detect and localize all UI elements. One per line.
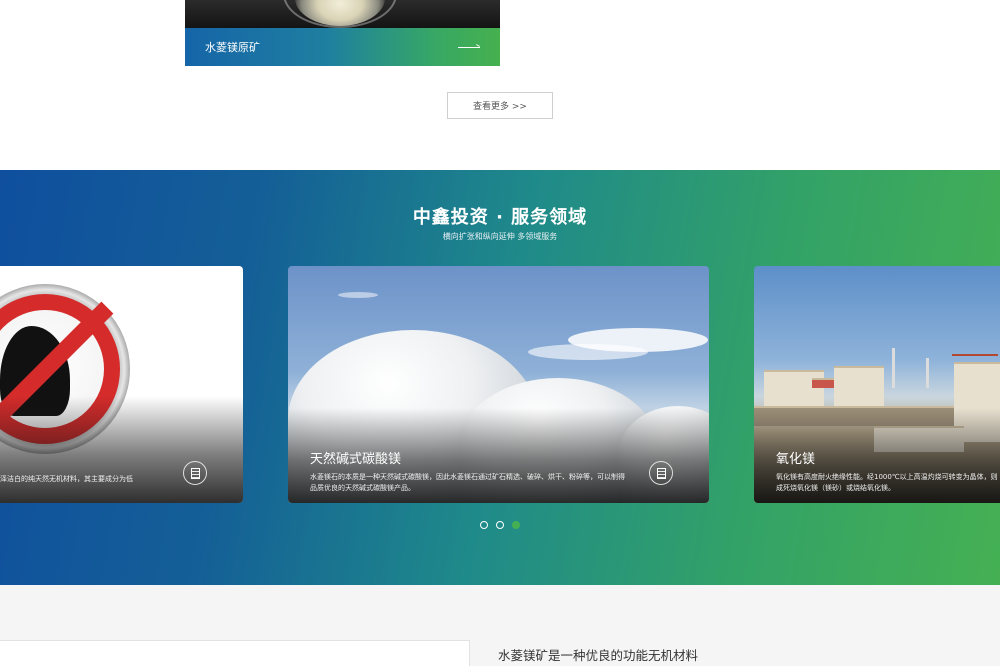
service-card-text: 泽洁白的纯天然无机材料，其主要成分为低 [0, 475, 133, 483]
card-shade [0, 396, 243, 503]
product-caption-bar[interactable]: 水菱镁原矿 [185, 28, 500, 66]
arrow-right-icon[interactable] [458, 46, 480, 48]
chimney [892, 348, 895, 388]
product-name[interactable]: 水菱镁原矿 [205, 39, 260, 55]
flask-glass [283, 0, 397, 28]
services-title: 中鑫投资 · 服务领域 [412, 207, 588, 228]
document-icon[interactable] [183, 461, 207, 485]
service-card-magnesium-oxide[interactable]: 氧化镁 氧化镁有高度耐火绝缘性能。经1000℃以上高温灼烧可转变为晶体，则成死烧… [754, 266, 1000, 503]
carousel-dot[interactable] [496, 521, 504, 529]
view-more-button[interactable]: 查看更多 >> [447, 92, 553, 119]
about-image-panel [0, 640, 470, 666]
service-card-fire-retardant[interactable]: 泽洁白的纯天然无机材料，其主要成分为低 [0, 266, 243, 503]
service-card-title: 天然碱式碳酸镁 [310, 452, 402, 467]
product-photo [185, 0, 500, 28]
carousel-pagination [480, 521, 520, 529]
service-card-title: 氧化镁 [776, 452, 816, 467]
services-section: 中鑫投资 · 服务领域 横向扩张和纵向延伸 多领域服务 泽洁白的纯天然无机材料，… [0, 170, 1000, 585]
services-subtitle: 横向扩张和纵向延伸 多领域服务 [442, 232, 558, 241]
carousel-dot-active[interactable] [512, 521, 520, 529]
factory-building [764, 370, 824, 410]
chimney [926, 358, 929, 388]
document-icon[interactable] [649, 461, 673, 485]
crane [952, 354, 998, 356]
service-card-basic-magnesium-carbonate[interactable]: 天然碱式碳酸镁 水菱镁石的本质是一种天然碱式碳酸镁，因此水菱镁石通过矿石精选、破… [288, 266, 709, 503]
service-card-text: 水菱镁石的本质是一种天然碱式碳酸镁，因此水菱镁石通过矿石精选、破碎、烘干、粉碎等… [310, 473, 625, 492]
cloud [338, 292, 378, 298]
cloud [528, 344, 648, 360]
product-card[interactable]: 水菱镁原矿 [185, 0, 500, 66]
about-section: 水菱镁矿是一种优良的功能无机材料 [0, 585, 1000, 666]
carousel-dot[interactable] [480, 521, 488, 529]
service-card-text: 氧化镁有高度耐火绝缘性能。经1000℃以上高温灼烧可转变为晶体，则成死烧氧化镁（… [776, 473, 998, 492]
page: 水菱镁原矿 查看更多 >> 中鑫投资 · 服务领域 横向扩张和纵向延伸 多领域服… [0, 0, 1000, 666]
about-heading: 水菱镁矿是一种优良的功能无机材料 [498, 648, 699, 663]
